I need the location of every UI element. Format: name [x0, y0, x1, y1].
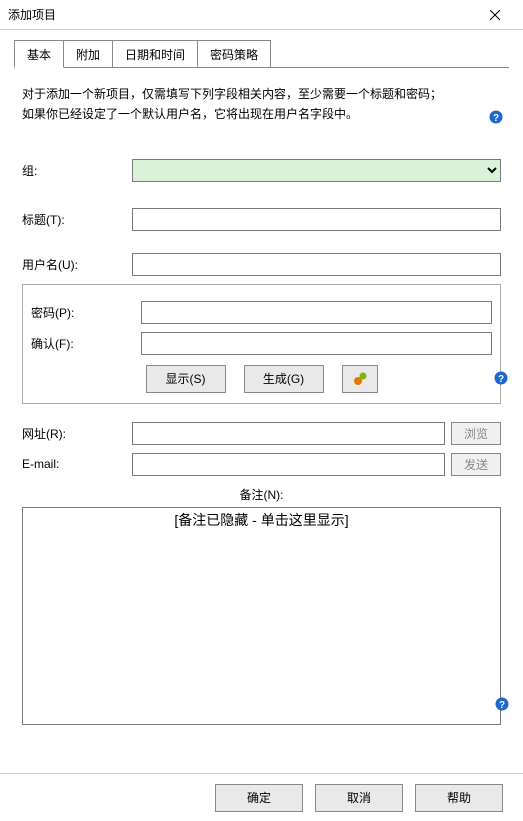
row-url: 网址(R): 浏览 [22, 422, 501, 445]
url-input[interactable] [132, 422, 445, 445]
password-group: 密码(P): 确认(F): 显示(S) 生成(G) [22, 284, 501, 404]
help-button[interactable]: 帮助 [415, 784, 503, 812]
show-button[interactable]: 显示(S) [146, 365, 226, 393]
panel-basic: 对于添加一个新项目，仅需填写下列字段相关内容，至少需要一个标题和密码； 如果你已… [14, 68, 509, 733]
password-input[interactable] [141, 301, 492, 324]
notes-hidden-hint[interactable]: [备注已隐藏 - 单击这里显示] [23, 508, 500, 530]
close-button[interactable] [475, 1, 515, 29]
username-input[interactable] [132, 253, 501, 276]
intro-line1: 对于添加一个新项目，仅需填写下列字段相关内容，至少需要一个标题和密码； [22, 84, 501, 104]
intro-line2: 如果你已经设定了一个默认用户名，它将出现在用户名字段中。 [22, 104, 501, 124]
window-title: 添加项目 [8, 6, 475, 23]
svg-text:?: ? [498, 374, 504, 385]
generate-button[interactable]: 生成(G) [244, 365, 324, 393]
tab-basic[interactable]: 基本 [14, 40, 64, 68]
row-confirm: 确认(F): [31, 332, 492, 355]
label-url: 网址(R): [22, 425, 132, 442]
row-group: 组: [22, 159, 501, 182]
notes-wrapper: [备注已隐藏 - 单击这里显示] ? [22, 507, 501, 725]
label-group: 组: [22, 162, 132, 179]
label-confirm: 确认(F): [31, 335, 141, 352]
tab-additional[interactable]: 附加 [63, 40, 113, 67]
label-password: 密码(P): [31, 304, 141, 321]
password-buttons: 显示(S) 生成(G) ? [31, 365, 492, 393]
label-notes: 备注(N): [22, 486, 501, 503]
intro-text: 对于添加一个新项目，仅需填写下列字段相关内容，至少需要一个标题和密码； 如果你已… [22, 84, 501, 125]
footer: 确定 取消 帮助 [0, 773, 523, 821]
svg-text:?: ? [499, 700, 505, 711]
titlebar: 添加项目 [0, 0, 523, 30]
label-username: 用户名(U): [22, 256, 132, 273]
tab-bar: 基本 附加 日期和时间 密码策略 [14, 40, 509, 68]
group-select[interactable] [132, 159, 501, 182]
confirm-input[interactable] [141, 332, 492, 355]
cancel-button[interactable]: 取消 [315, 784, 403, 812]
row-username: 用户名(U): [22, 253, 501, 276]
label-title: 标题(T): [22, 211, 132, 228]
close-icon [490, 10, 500, 20]
tab-datetime[interactable]: 日期和时间 [112, 40, 198, 67]
ok-button[interactable]: 确定 [215, 784, 303, 812]
row-title: 标题(T): [22, 208, 501, 231]
help-icon[interactable]: ? [494, 371, 508, 388]
tab-policy[interactable]: 密码策略 [197, 40, 271, 67]
email-input[interactable] [132, 453, 445, 476]
content-area: 基本 附加 日期和时间 密码策略 对于添加一个新项目，仅需填写下列字段相关内容，… [0, 30, 523, 733]
notes-textarea[interactable]: [备注已隐藏 - 单击这里显示] [22, 507, 501, 725]
browse-button[interactable]: 浏览 [451, 422, 501, 445]
help-icon[interactable]: ? [489, 110, 503, 130]
dice-icon [352, 371, 368, 387]
label-email: E-mail: [22, 457, 132, 471]
row-password: 密码(P): [31, 301, 492, 324]
title-input[interactable] [132, 208, 501, 231]
policy-icon-button[interactable] [342, 365, 378, 393]
send-button[interactable]: 发送 [451, 453, 501, 476]
help-icon[interactable]: ? [495, 697, 509, 714]
row-email: E-mail: 发送 [22, 453, 501, 476]
svg-text:?: ? [493, 113, 499, 124]
